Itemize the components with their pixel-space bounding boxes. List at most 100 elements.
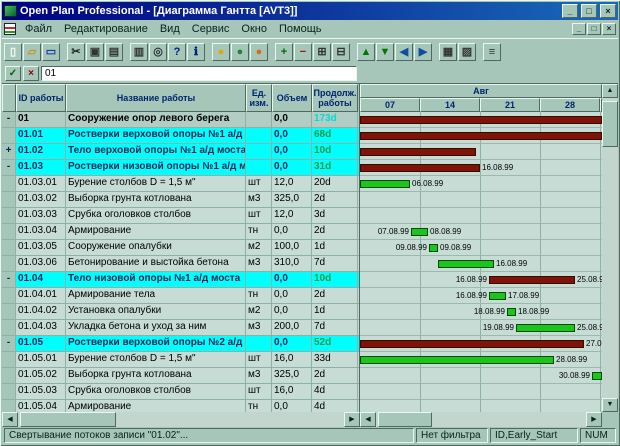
gantt-horizontal-scrollbar[interactable]: ◀ ▶ [360,412,602,427]
link-activities-button[interactable]: ⊞ [313,43,331,61]
demote-button[interactable]: ▶ [414,43,432,61]
cell-name[interactable]: Бетонирование и выстойка бетона [66,256,246,271]
cell-name[interactable]: Сооружение опалубки [66,240,246,255]
header-name[interactable]: Название работы [66,84,246,112]
app-icon[interactable] [4,5,17,17]
context-help-button[interactable]: ℹ [187,43,205,61]
cell-dur[interactable]: 2d [312,192,358,207]
cell-vol[interactable]: 0,0 [272,288,312,303]
cell-name[interactable]: Выборка грунта котлована [66,192,246,207]
cell-id[interactable]: 01.05.04 [16,400,66,412]
cell-dur[interactable]: 173d [312,112,358,127]
mdi-restore-button[interactable]: □ [587,23,601,35]
cell-unit[interactable] [246,160,272,175]
cell-unit[interactable]: м2 [246,240,272,255]
cell-unit[interactable]: шт [246,176,272,191]
cell-vol[interactable]: 0,0 [272,128,312,143]
cell-dur[interactable]: 31d [312,160,358,175]
cell-unit[interactable]: м3 [246,192,272,207]
cell-id[interactable]: 01.05.02 [16,368,66,383]
cell-id[interactable]: 01.03.04 [16,224,66,239]
new-file-button[interactable]: ▯ [4,43,22,61]
collapse-toggle[interactable]: - [2,112,16,127]
table-scroll-track[interactable] [18,412,344,427]
cell-unit[interactable] [246,128,272,143]
task-bar[interactable] [360,180,410,188]
cell-id[interactable]: 01.02 [16,144,66,159]
cell-unit[interactable]: м3 [246,368,272,383]
cell-vol[interactable]: 0,0 [272,144,312,159]
risk-analysis-button[interactable]: ● [250,43,268,61]
cell-unit[interactable] [246,144,272,159]
cell-name[interactable]: Выборка грунта котлована [66,368,246,383]
cell-dur[interactable]: 1d [312,304,358,319]
print-preview-button[interactable]: ◎ [149,43,167,61]
promote-button[interactable]: ◀ [395,43,413,61]
task-bar[interactable] [489,292,506,300]
confirm-edit-button[interactable]: ✓ [5,66,21,81]
menu-item[interactable]: Окно [235,22,273,36]
summary-bar[interactable] [360,116,602,124]
gantt-scroll-track[interactable] [376,412,586,427]
table-scroll-thumb[interactable] [20,412,116,427]
cell-name[interactable]: Ростверки верховой опоры №1 а/д [66,128,246,143]
task-bar[interactable] [360,356,554,364]
mdi-close-button[interactable]: × [602,23,616,35]
unlink-activities-button[interactable]: ⊟ [332,43,350,61]
cell-unit[interactable]: шт [246,208,272,223]
cell-vol[interactable]: 0,0 [272,272,312,287]
cell-id[interactable]: 01.03.02 [16,192,66,207]
cell-name[interactable]: Тело низовой опоры №1 а/д моста [66,272,246,287]
cell-dur[interactable]: 1d [312,240,358,255]
copy-button[interactable]: ▣ [86,43,104,61]
cell-vol[interactable]: 0,0 [272,112,312,127]
cell-id[interactable]: 01.05.01 [16,352,66,367]
cell-vol[interactable]: 100,0 [272,240,312,255]
help-button[interactable]: ? [168,43,186,61]
menu-item[interactable]: Редактирование [58,22,154,36]
cell-vol[interactable]: 0,0 [272,304,312,319]
gantt-scroll-right-button[interactable]: ▶ [586,412,602,427]
summary-bar[interactable] [360,148,476,156]
cancel-edit-button[interactable]: × [23,66,39,81]
cell-name[interactable]: Срубка оголовков столбов [66,384,246,399]
cell-vol[interactable]: 325,0 [272,368,312,383]
cell-unit[interactable]: шт [246,384,272,399]
cell-name[interactable]: Бурение столбов D = 1,5 м" [66,176,246,191]
summary-bar[interactable] [360,340,584,348]
cell-name[interactable]: Тело верховой опоры №1 а/д моста [66,144,246,159]
cell-unit[interactable]: тн [246,288,272,303]
cell-dur[interactable]: 7d [312,320,358,335]
cell-id[interactable]: 01.03.06 [16,256,66,271]
cell-id[interactable]: 01.04.01 [16,288,66,303]
cell-name[interactable]: Бурение столбов D = 1,5 м" [66,352,246,367]
cell-vol[interactable]: 325,0 [272,192,312,207]
cell-dur[interactable]: 10d [312,144,358,159]
vertical-scroll-track[interactable] [602,98,618,398]
chart-view-button[interactable]: ▨ [458,43,476,61]
cut-button[interactable]: ✂ [67,43,85,61]
collapse-toggle[interactable]: - [2,272,16,287]
cell-vol[interactable]: 16,0 [272,384,312,399]
task-bar[interactable] [516,324,575,332]
print-button[interactable]: ▥ [130,43,148,61]
mdi-minimize-button[interactable]: _ [572,23,586,35]
gantt-document-icon[interactable] [4,23,16,35]
cell-dur[interactable]: 10d [312,272,358,287]
cell-dur[interactable]: 4d [312,384,358,399]
collapse-toggle[interactable]: - [2,336,16,351]
cell-vol[interactable]: 0,0 [272,336,312,351]
menu-item[interactable]: Сервис [186,22,236,36]
cell-id[interactable]: 01.03 [16,160,66,175]
header-unit[interactable]: Ед. изм. [246,84,272,112]
cell-unit[interactable]: шт [246,352,272,367]
cell-vol[interactable]: 0,0 [272,224,312,239]
time-analysis-button[interactable]: ● [212,43,230,61]
task-bar[interactable] [438,260,494,268]
cell-dur[interactable]: 2d [312,288,358,303]
cell-id[interactable]: 01.03.05 [16,240,66,255]
paste-button[interactable]: ▤ [105,43,123,61]
header-duration[interactable]: Продолж. работы [312,84,358,112]
cell-dur[interactable]: 4d [312,400,358,412]
cell-unit[interactable] [246,272,272,287]
